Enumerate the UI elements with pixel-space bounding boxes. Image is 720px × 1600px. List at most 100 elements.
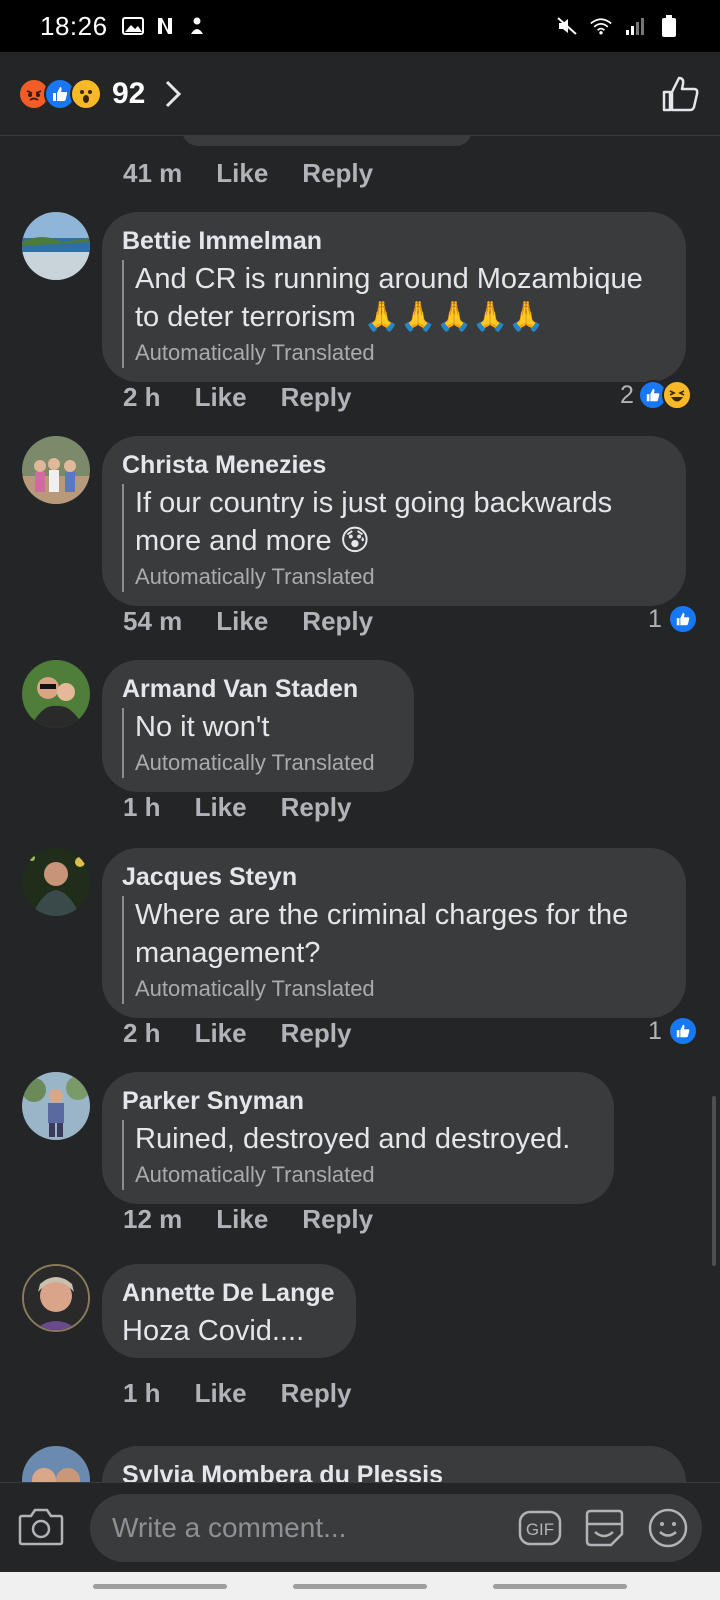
nav-back-button[interactable] [493,1583,627,1589]
comment-time: 1 h [123,1378,161,1408]
comment-text: Where are the criminal charges for the m… [135,899,629,969]
reaction-count[interactable]: 92 [112,77,145,111]
avatar[interactable] [22,436,90,504]
comment-author[interactable]: Bettie Immelman [122,226,666,256]
comment-author[interactable]: Armand Van Staden [122,674,394,704]
translated-block: If our country is just going backwards m… [122,484,666,592]
avatar[interactable] [22,1446,90,1482]
comment-time: 54 m [123,606,183,636]
camera-button[interactable] [18,1506,68,1550]
comment-time: 2 h [123,382,161,412]
like-reaction-icon [667,1016,698,1046]
reply-comment-button[interactable]: Reply [281,382,352,413]
comments-list: 41 m Like Reply Bettie Immelman And CR i… [0,136,720,1482]
comment-text: Ruined, destroyed and destroyed. [135,1123,571,1155]
translation-label[interactable]: Automatically Translated [135,1160,594,1190]
reply-comment-button[interactable]: Reply [281,792,352,823]
like-comment-button[interactable]: Like [216,606,268,637]
comment-author[interactable]: Annette De Lange [122,1278,336,1308]
like-comment-button[interactable]: Like [195,792,247,823]
like-reaction-icon [667,604,698,634]
comment-time: 1 h [123,792,161,822]
like-post-button[interactable] [658,72,702,116]
wow-reaction-icon [70,77,102,110]
signal-icon [624,16,646,36]
avatar[interactable] [22,848,90,916]
scrollbar[interactable] [712,1096,716,1266]
nav-recents-button[interactable] [93,1583,227,1589]
comment-text: No it won't [135,711,270,743]
comment-bubble[interactable]: Christa Menezies If our country is just … [102,436,686,606]
translated-block: Where are the criminal charges for the m… [122,896,666,1004]
comment-actions: 2 h Like Reply [123,1018,385,1049]
comment-author[interactable]: Parker Snyman [122,1086,594,1116]
gif-button[interactable]: GIF [518,1506,562,1550]
avatar[interactable] [22,1072,90,1140]
comment-text: If our country is just going backwards m… [135,487,613,557]
comment-actions: 1 h Like Reply [123,1378,385,1409]
netflix-notification-icon [154,16,176,36]
comment-reaction-count: 1 [648,604,662,633]
comment-reactions[interactable]: 1 [648,1016,698,1046]
comment-input[interactable] [112,1511,498,1544]
reply-comment-button[interactable]: Reply [302,1204,373,1235]
comment-bubble[interactable]: Annette De Lange Hoza Covid.... [102,1264,356,1358]
translation-label[interactable]: Automatically Translated [135,974,666,1004]
translated-block: No it won't Automatically Translated [122,708,394,778]
like-comment-button[interactable]: Like [195,1018,247,1049]
comment-bubble[interactable]: Armand Van Staden No it won't Automatica… [102,660,414,792]
comment-actions: 1 h Like Reply [123,792,385,823]
gallery-notification-icon [121,16,144,36]
nav-home-button[interactable] [293,1583,427,1589]
comment-reactions[interactable]: 2 [620,380,692,410]
comment-actions: 12 m Like Reply [123,1204,407,1235]
like-comment-button[interactable]: Like [216,1204,268,1235]
comment-time: 2 h [123,1018,161,1048]
like-comment-button[interactable]: Like [216,158,268,189]
comment-composer: GIF [0,1482,720,1572]
comment-bubble[interactable]: Jacques Steyn Where are the criminal cha… [102,848,686,1018]
previous-comment-actions: 41 m Like Reply [123,158,407,189]
emoji-icon[interactable] [646,1506,690,1550]
translation-label[interactable]: Automatically Translated [135,562,666,592]
like-comment-button[interactable]: Like [195,1378,247,1409]
reactions-summary[interactable] [18,77,102,110]
battery-icon [658,15,680,37]
chevron-right-icon[interactable] [163,79,183,109]
comment-reactions[interactable]: 1 [648,604,698,634]
app-notification-icon [186,16,208,36]
avatar[interactable] [22,1264,90,1332]
translation-label[interactable]: Automatically Translated [135,338,666,368]
gif-label: GIF [526,1520,554,1539]
status-bar: 18:26 [0,0,720,52]
sticker-icon[interactable] [582,1506,626,1550]
previous-comment-bubble [182,136,472,146]
comment-author[interactable]: Sylvia Mombera du Plessis [122,1460,666,1482]
comment-bubble[interactable]: Parker Snyman Ruined, destroyed and dest… [102,1072,614,1204]
wifi-icon [590,16,612,36]
reply-comment-button[interactable]: Reply [281,1378,352,1409]
comment-input-container: GIF [90,1493,702,1562]
status-time: 18:26 [40,10,108,41]
comment-actions: 54 m Like Reply [123,606,407,637]
comment-author[interactable]: Jacques Steyn [122,862,666,892]
comment-time: 41 m [123,158,183,188]
reply-comment-button[interactable]: Reply [281,1018,352,1049]
comment-actions: 2 h Like Reply [123,382,385,413]
translated-block: Ruined, destroyed and destroyed. Automat… [122,1120,594,1190]
translation-label[interactable]: Automatically Translated [135,748,394,778]
comment-reaction-count: 1 [648,1016,662,1045]
comment-text: Hoza Covid.... [122,1315,305,1347]
mute-icon [556,16,578,36]
reply-comment-button[interactable]: Reply [302,158,373,189]
reply-comment-button[interactable]: Reply [302,606,373,637]
like-comment-button[interactable]: Like [195,382,247,413]
comment-bubble[interactable]: Sylvia Mombera du Plessis [102,1446,686,1482]
translated-block: And CR is running around Mozambique to d… [122,260,666,368]
comment-author[interactable]: Christa Menezies [122,450,666,480]
avatar[interactable] [22,212,90,280]
comment-bubble[interactable]: Bettie Immelman And CR is running around… [102,212,686,382]
avatar[interactable] [22,660,90,728]
system-nav-bar [0,1572,720,1600]
reactions-header: 92 [0,52,720,136]
